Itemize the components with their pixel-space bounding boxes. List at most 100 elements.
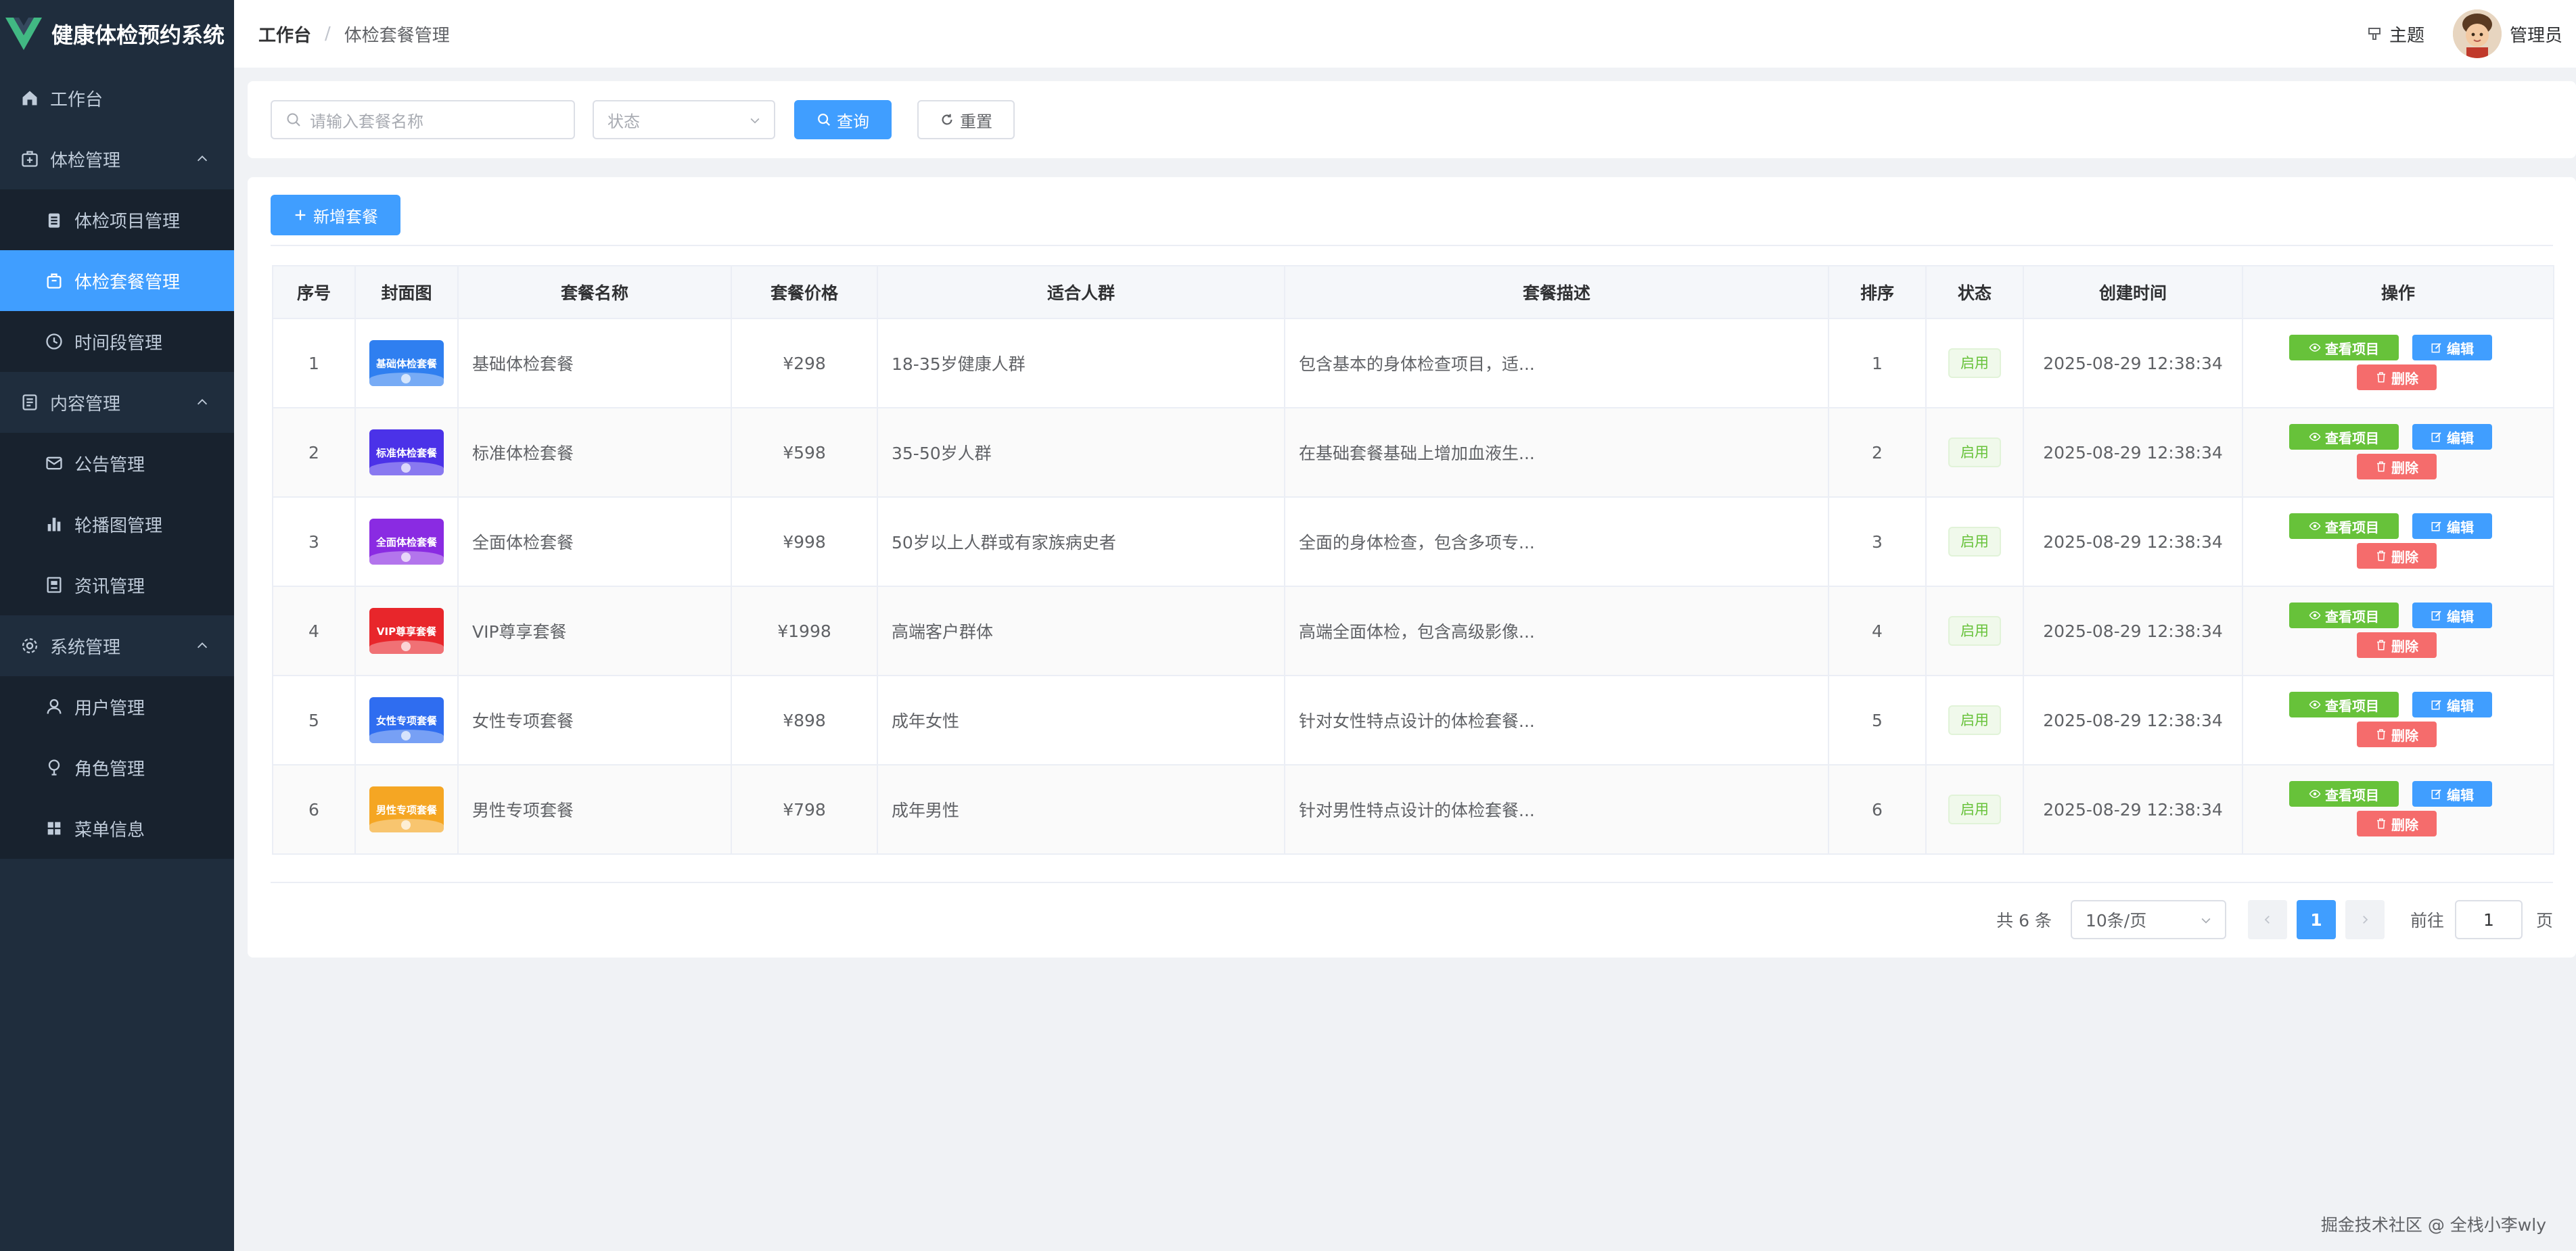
reset-button[interactable]: 重置 [917, 100, 1015, 139]
sidebar-group-content[interactable]: 内容管理 [0, 372, 234, 433]
view-items-button[interactable]: 查看项目 [2289, 335, 2399, 360]
cell-cover: 基础体检套餐 [355, 318, 459, 408]
breadcrumb-current: 体检套餐管理 [344, 25, 450, 46]
cell-price: ¥898 [731, 676, 878, 765]
delete-button[interactable]: 删除 [2357, 811, 2437, 836]
cell-actions: 查看项目 编辑删除 [2242, 408, 2554, 498]
avatar[interactable] [2452, 9, 2502, 58]
view-items-button[interactable]: 查看项目 [2289, 424, 2399, 450]
cover-dot-decoration [401, 463, 411, 473]
status-badge: 启用 [1948, 705, 2001, 735]
cell-sort: 1 [1828, 318, 1927, 408]
edit-button[interactable]: 编辑 [2412, 603, 2492, 628]
chevron-up-icon [197, 642, 208, 648]
delete-button[interactable]: 删除 [2357, 632, 2437, 658]
cell-created: 2025-08-29 12:38:34 [2023, 497, 2243, 587]
sidebar-item-announcements[interactable]: 公告管理 [0, 433, 234, 494]
user-name[interactable]: 管理员 [2510, 22, 2562, 47]
cell-status: 启用 [1926, 497, 2024, 587]
breadcrumb: 工作台 / 体检套餐管理 [234, 22, 450, 47]
delete-label: 删除 [2391, 638, 2418, 655]
next-page-button[interactable] [2345, 900, 2385, 939]
status-badge: 启用 [1948, 527, 2001, 557]
table-row: 3 全面体检套餐 全面体检套餐 ¥998 50岁以上人群或有家族病史者 全面的身体检查，包… [273, 497, 2554, 587]
cell-index: 5 [273, 676, 356, 765]
avatar-image [2452, 9, 2502, 58]
table-row: 5 女性专项套餐 女性专项套餐 ¥898 成年女性 针对女性特点设计的体检套餐... 5 启用… [273, 676, 2554, 765]
status-badge: 启用 [1948, 348, 2001, 378]
status-select[interactable]: 状态 [593, 100, 775, 139]
cell-cover: 全面体检套餐 [355, 497, 459, 587]
edit-button[interactable]: 编辑 [2412, 781, 2492, 807]
cell-price: ¥298 [731, 318, 878, 408]
sidebar-item-exam-items[interactable]: 体检项目管理 [0, 189, 234, 250]
cover-image[interactable]: 男性专项套餐 [369, 786, 444, 832]
theme-button[interactable]: 主题 [2366, 22, 2424, 47]
view-items-button[interactable]: 查看项目 [2289, 513, 2399, 539]
cell-price: ¥798 [731, 765, 878, 855]
sidebar-group-system[interactable]: 系统管理 [0, 615, 234, 676]
edit-button[interactable]: 编辑 [2412, 692, 2492, 717]
cell-index: 1 [273, 318, 356, 408]
cell-actions: 查看项目 编辑删除 [2242, 497, 2554, 587]
cell-description: 在基础套餐基础上增加血液生... [1285, 408, 1829, 498]
view-items-button[interactable]: 查看项目 [2289, 603, 2399, 628]
cell-status: 启用 [1926, 586, 2024, 676]
prev-page-button[interactable] [2247, 900, 2287, 939]
sidebar-item-time-slots[interactable]: 时间段管理 [0, 311, 234, 372]
eye-icon [2309, 611, 2321, 620]
delete-button[interactable]: 删除 [2357, 722, 2437, 747]
sidebar-item-exam-packages[interactable]: 体检套餐管理 [0, 250, 234, 311]
cell-description: 全面的身体检查，包含多项专... [1285, 497, 1829, 587]
sidebar-group-exam[interactable]: 体检管理 [0, 128, 234, 189]
cover-image[interactable]: VIP尊享套餐 [369, 608, 444, 654]
cell-crowd: 成年女性 [877, 676, 1285, 765]
trash-icon [2377, 729, 2385, 740]
cell-description: 高端全面体检，包含高级影像... [1285, 586, 1829, 676]
refresh-icon [942, 114, 952, 125]
edit-icon [2431, 789, 2441, 799]
cover-image[interactable]: 基础体检套餐 [369, 340, 444, 386]
page-size-select[interactable]: 10条/页 [2070, 900, 2226, 939]
sidebar-item-news[interactable]: 资讯管理 [0, 554, 234, 615]
sidebar-item-roles[interactable]: 角色管理 [0, 737, 234, 798]
sidebar-item-workbench[interactable]: 工作台 [0, 68, 234, 128]
column-header: 套餐价格 [731, 266, 878, 319]
sidebar-item-banners[interactable]: 轮播图管理 [0, 494, 234, 554]
delete-button[interactable]: 删除 [2357, 454, 2437, 479]
page-number-button[interactable]: 1 [2296, 900, 2336, 939]
delete-label: 删除 [2391, 727, 2418, 744]
add-package-button[interactable]: 新增套餐 [271, 195, 400, 235]
cover-image[interactable]: 女性专项套餐 [369, 697, 444, 743]
delete-button[interactable]: 删除 [2357, 543, 2437, 569]
query-button[interactable]: 查询 [794, 100, 892, 139]
edit-button[interactable]: 编辑 [2412, 424, 2492, 450]
edit-icon [2431, 432, 2441, 442]
sidebar-item-label: 工作台 [50, 89, 104, 110]
view-items-label: 查看项目 [2325, 608, 2379, 625]
app-logo[interactable]: 健康体检预约系统 [0, 0, 234, 68]
cover-image[interactable]: 标准体检套餐 [369, 429, 444, 475]
view-items-button[interactable]: 查看项目 [2289, 781, 2399, 807]
cover-image-text: 女性专项套餐 [375, 714, 437, 727]
view-items-button[interactable]: 查看项目 [2289, 692, 2399, 717]
cover-image[interactable]: 全面体检套餐 [369, 519, 444, 565]
sidebar-item-menus[interactable]: 菜单信息 [0, 798, 234, 859]
breadcrumb-home[interactable]: 工作台 [258, 22, 311, 47]
cell-description: 针对男性特点设计的体检套餐... [1285, 765, 1829, 855]
package-name-search-input[interactable]: 请输入套餐名称 [271, 100, 575, 139]
status-select-placeholder: 状态 [607, 112, 640, 131]
cell-crowd: 高端客户群体 [877, 586, 1285, 676]
cell-crowd: 35-50岁人群 [877, 408, 1285, 498]
sidebar-item-users[interactable]: 用户管理 [0, 676, 234, 737]
header-actions: 主题 管理员 [2366, 9, 2562, 58]
theme-label: 主题 [2389, 25, 2424, 46]
delete-button[interactable]: 删除 [2357, 364, 2437, 390]
cell-crowd: 50岁以上人群或有家族病史者 [877, 497, 1285, 587]
edit-button[interactable]: 编辑 [2412, 335, 2492, 360]
edit-button[interactable]: 编辑 [2412, 513, 2492, 539]
goto-page-input[interactable]: 1 [2454, 900, 2523, 939]
sidebar-item-label: 用户管理 [74, 698, 145, 719]
view-items-label: 查看项目 [2325, 340, 2379, 357]
table-row: 1 基础体检套餐 基础体检套餐 ¥298 18-35岁健康人群 包含基本的身体检查项目，适… [273, 318, 2554, 408]
